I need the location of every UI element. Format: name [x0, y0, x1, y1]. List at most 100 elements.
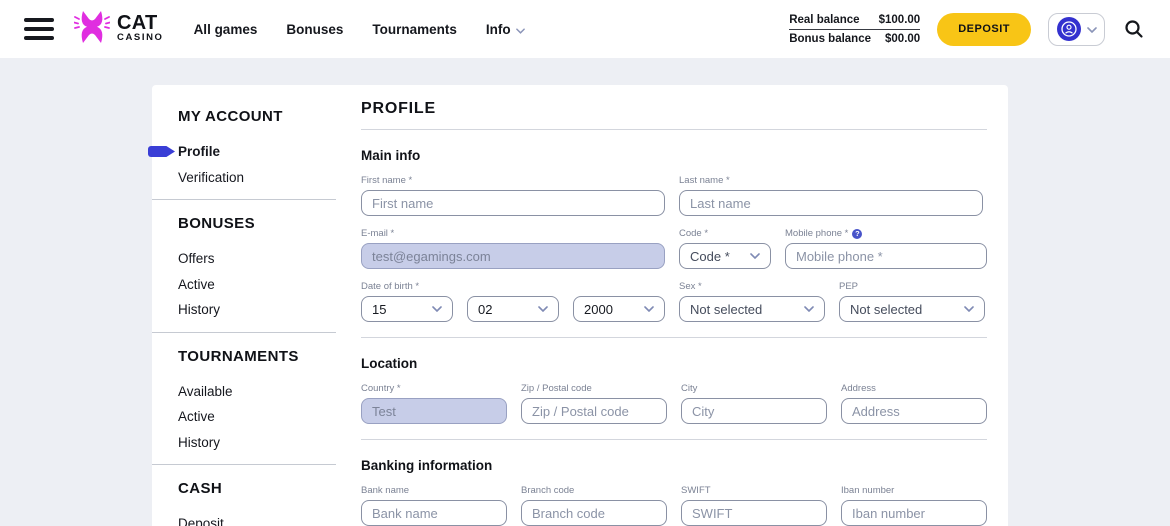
- nav-info[interactable]: Info: [486, 22, 525, 37]
- section-divider: [361, 337, 987, 338]
- sidebar-item-tournaments-active[interactable]: Active: [178, 404, 336, 430]
- bonus-balance-value: $00.00: [885, 33, 920, 45]
- sidebar-section-cash: CASH Deposit Withdrawal History: [152, 465, 336, 526]
- sidebar-item-available[interactable]: Available: [178, 379, 336, 405]
- birth-year-select[interactable]: 2000: [573, 296, 665, 322]
- date-of-birth-label: Date of birth *: [361, 281, 665, 292]
- city-label: City: [681, 383, 827, 394]
- search-icon[interactable]: [1122, 17, 1146, 41]
- main-nav: All games Bonuses Tournaments Info: [194, 22, 525, 37]
- logo-title: CAT: [117, 15, 164, 32]
- email-field-group: E-mail *: [361, 228, 665, 269]
- email-label: E-mail *: [361, 228, 665, 239]
- address-field-group: Address: [841, 383, 987, 424]
- zip-field-group: Zip / Postal code: [521, 383, 667, 424]
- hamburger-menu-icon[interactable]: [24, 18, 54, 40]
- last-name-field-group: Last name *: [679, 175, 983, 216]
- sidebar-title-bonuses: BONUSES: [178, 215, 336, 232]
- country-field-group: Country *: [361, 383, 507, 424]
- city-field-group: City: [681, 383, 827, 424]
- sidebar-section-tournaments: TOURNAMENTS Available Active History: [152, 333, 336, 466]
- phone-code-field-group: Code * Code *: [679, 228, 771, 269]
- last-name-label: Last name *: [679, 175, 983, 186]
- sidebar-item-bonuses-active[interactable]: Active: [178, 272, 336, 298]
- sex-field-group: Sex * Not selected: [679, 281, 825, 322]
- sidebar-item-profile[interactable]: Profile: [178, 139, 336, 165]
- phone-code-select[interactable]: Code *: [679, 243, 771, 269]
- zip-input[interactable]: [521, 398, 667, 424]
- branch-code-input[interactable]: [521, 500, 667, 526]
- birth-month-select[interactable]: 02: [467, 296, 559, 322]
- nav-tournaments[interactable]: Tournaments: [372, 22, 457, 37]
- first-name-input[interactable]: [361, 190, 665, 216]
- real-balance-value: $100.00: [879, 14, 921, 26]
- swift-input[interactable]: [681, 500, 827, 526]
- iban-label: Iban number: [841, 485, 987, 496]
- sidebar-title-my-account: MY ACCOUNT: [178, 108, 336, 125]
- main-info-heading: Main info: [361, 148, 987, 163]
- pep-field-group: PEP Not selected: [839, 281, 985, 322]
- pep-select[interactable]: Not selected: [839, 296, 985, 322]
- iban-input[interactable]: [841, 500, 987, 526]
- sidebar-item-deposit[interactable]: Deposit: [178, 511, 336, 526]
- bonus-balance-label: Bonus balance: [789, 33, 871, 45]
- sidebar-section-bonuses: BONUSES Offers Active History: [152, 200, 336, 333]
- deposit-button[interactable]: DEPOSIT: [937, 13, 1031, 46]
- section-divider: [361, 439, 987, 440]
- pep-label: PEP: [839, 281, 985, 292]
- mobile-phone-label: Mobile phone * ?: [785, 228, 987, 239]
- zip-label: Zip / Postal code: [521, 383, 667, 394]
- sidebar-item-verification[interactable]: Verification: [178, 165, 336, 191]
- address-input[interactable]: [841, 398, 987, 424]
- sidebar-item-bonuses-history[interactable]: History: [178, 297, 336, 323]
- account-menu[interactable]: [1048, 13, 1105, 46]
- avatar-icon: [1057, 17, 1081, 41]
- last-name-input[interactable]: [679, 190, 983, 216]
- country-input: [361, 398, 507, 424]
- active-item-arrow-icon: [148, 146, 175, 157]
- bank-name-label: Bank name: [361, 485, 507, 496]
- address-label: Address: [841, 383, 987, 394]
- info-icon[interactable]: ?: [852, 229, 862, 239]
- country-label: Country *: [361, 383, 507, 394]
- sidebar-title-tournaments: TOURNAMENTS: [178, 348, 336, 365]
- top-header: CAT CASINO All games Bonuses Tournaments…: [0, 0, 1170, 58]
- email-input: [361, 243, 665, 269]
- first-name-label: First name *: [361, 175, 665, 186]
- header-right: Real balance $100.00 Bonus balance $00.0…: [789, 11, 1146, 48]
- chevron-down-icon: [516, 22, 525, 37]
- page-title: PROFILE: [361, 100, 987, 118]
- mobile-phone-input[interactable]: [785, 243, 987, 269]
- city-input[interactable]: [681, 398, 827, 424]
- branch-code-label: Branch code: [521, 485, 667, 496]
- swift-label: SWIFT: [681, 485, 827, 496]
- date-of-birth-field-group: Date of birth * 15 02 2000: [361, 281, 665, 322]
- real-balance-label: Real balance: [789, 14, 859, 26]
- account-card: MY ACCOUNT Profile Verification BONUSES …: [152, 85, 1008, 526]
- sidebar-item-tournaments-history[interactable]: History: [178, 430, 336, 456]
- swift-field-group: SWIFT: [681, 485, 827, 526]
- sidebar-section-my-account: MY ACCOUNT Profile Verification: [152, 85, 336, 200]
- profile-form: PROFILE Main info First name * Last name…: [336, 85, 1012, 526]
- title-divider: [361, 129, 987, 130]
- branch-code-field-group: Branch code: [521, 485, 667, 526]
- bank-name-field-group: Bank name: [361, 485, 507, 526]
- nav-all-games[interactable]: All games: [194, 22, 258, 37]
- cat-logo-icon: [74, 10, 110, 49]
- page: CAT CASINO All games Bonuses Tournaments…: [0, 0, 1170, 526]
- birth-day-select[interactable]: 15: [361, 296, 453, 322]
- phone-code-label: Code *: [679, 228, 771, 239]
- logo-text: CAT CASINO: [117, 15, 164, 43]
- logo[interactable]: CAT CASINO: [74, 10, 164, 49]
- first-name-field-group: First name *: [361, 175, 665, 216]
- sex-select[interactable]: Not selected: [679, 296, 825, 322]
- bank-name-input[interactable]: [361, 500, 507, 526]
- logo-subtitle: CASINO: [117, 32, 164, 43]
- account-sidebar: MY ACCOUNT Profile Verification BONUSES …: [152, 85, 336, 526]
- sidebar-title-cash: CASH: [178, 480, 336, 497]
- sidebar-item-offers[interactable]: Offers: [178, 246, 336, 272]
- location-heading: Location: [361, 356, 987, 371]
- iban-field-group: Iban number: [841, 485, 987, 526]
- mobile-phone-field-group: Mobile phone * ?: [785, 228, 987, 269]
- nav-bonuses[interactable]: Bonuses: [286, 22, 343, 37]
